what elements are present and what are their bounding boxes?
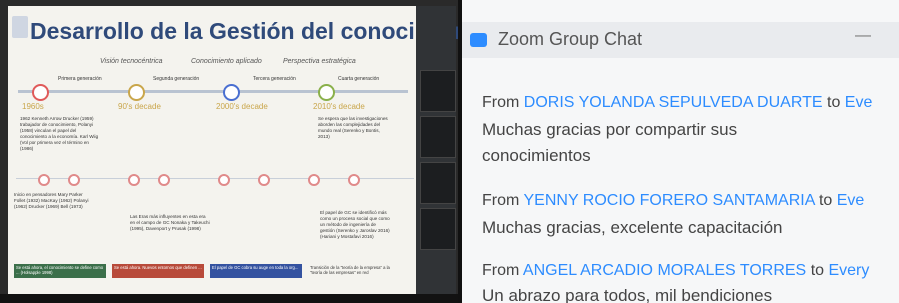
message-recipient: Eve [844, 94, 873, 111]
slide-text: Las Eras más influyentes en esta era en … [130, 214, 210, 231]
message-sender[interactable]: ANGEL ARCADIO MORALES TORRES [523, 262, 806, 279]
timeline-dot [68, 174, 80, 186]
chat-header: Zoom Group Chat — [462, 22, 899, 58]
chat-title: Zoom Group Chat [498, 29, 643, 49]
message-recipient: Every [828, 262, 870, 279]
from-label: From [482, 94, 520, 111]
timeline-dot [218, 174, 230, 186]
generation-label: Cuarta generación [338, 76, 380, 82]
decade-label: 2010's decade [313, 102, 365, 111]
to-label: to [818, 192, 833, 209]
participant-video-tile[interactable] [420, 162, 456, 204]
message-recipient: Eve [836, 192, 865, 209]
generation-label: Tercera generación [253, 76, 296, 82]
decade-label: 90's decade [118, 102, 161, 111]
timeline-dot [158, 174, 170, 186]
message-header: From YENNY ROCIO FORERO SANTAMARIA to Ev… [482, 192, 864, 210]
message-text: Un abrazo para todos, mil bendiciones [482, 286, 773, 303]
timeline-node [223, 84, 240, 101]
slide-subtitle: Perspectiva estratégica [283, 58, 356, 65]
zoom-chat-icon [470, 33, 487, 47]
meeting-toolbar[interactable] [0, 294, 458, 303]
timeline-dot [308, 174, 320, 186]
timeline-dot [128, 174, 140, 186]
chat-window: Zoom Group Chat — From DORIS YOLANDA SEP… [462, 0, 899, 303]
era-band: El papel de GC cobra su auge en toda la … [210, 264, 302, 278]
participant-video-tile[interactable] [420, 116, 456, 158]
slide: Desarrollo de la Gestión del conocimient… [8, 6, 458, 294]
generation-label: Primera generación [58, 76, 102, 82]
timeline-node [32, 84, 49, 101]
slide-text: 1962 Kenneth Arrow Drucker (1959) trabaj… [20, 116, 99, 151]
institution-logo-icon [12, 16, 28, 38]
slide-subtitle: Conocimiento aplicado [191, 58, 262, 65]
participant-video-tile[interactable] [420, 208, 456, 250]
to-label: to [810, 262, 825, 279]
timeline-line [18, 90, 408, 93]
presentation-screen: Desarrollo de la Gestión del conocimient… [0, 0, 458, 303]
message-text: Muchas gracias, excelente capacitación [482, 218, 783, 237]
message-header: From ANGEL ARCADIO MORALES TORRES to Eve… [482, 262, 869, 280]
era-band: Transición de la "teoría de la empresa" … [308, 264, 400, 278]
slide-subtitle: Visión tecnocéntrica [100, 58, 163, 65]
timeline-dot [38, 174, 50, 186]
message-text: Muchas gracias por compartir sus [482, 120, 738, 139]
message-header: From DORIS YOLANDA SEPULVEDA DUARTE to E… [482, 94, 872, 112]
decade-label: 1960s [22, 102, 44, 111]
timeline-node [128, 84, 145, 101]
minimize-button[interactable]: — [855, 27, 871, 45]
to-label: to [827, 94, 841, 111]
message-sender[interactable]: YENNY ROCIO FORERO SANTAMARIA [523, 192, 814, 209]
slide-text: Se espera que las investigaciones aborde… [318, 116, 388, 139]
slide-text: El papel de GC se identificó más como un… [320, 210, 390, 239]
timeline-dot [258, 174, 270, 186]
slide-text: Inicio en pensadores Mary Parker Follet … [14, 192, 89, 209]
from-label: From [482, 262, 520, 279]
from-label: From [482, 192, 520, 209]
timeline-node [318, 84, 335, 101]
timeline-dot [348, 174, 360, 186]
participant-video-tile[interactable] [420, 70, 456, 112]
era-band: Se está ahora, el conocimiento se define… [14, 264, 106, 278]
message-sender[interactable]: DORIS YOLANDA SEPULVEDA DUARTE [524, 94, 823, 111]
decade-label: 2000's decade [216, 102, 268, 111]
era-band: Se está ahora. Nuevos entornos que defin… [112, 264, 204, 278]
slide-title: Desarrollo de la Gestión del conocimient… [30, 18, 458, 44]
message-text: conocimientos [482, 146, 591, 165]
generation-label: Segunda generación [153, 76, 200, 82]
